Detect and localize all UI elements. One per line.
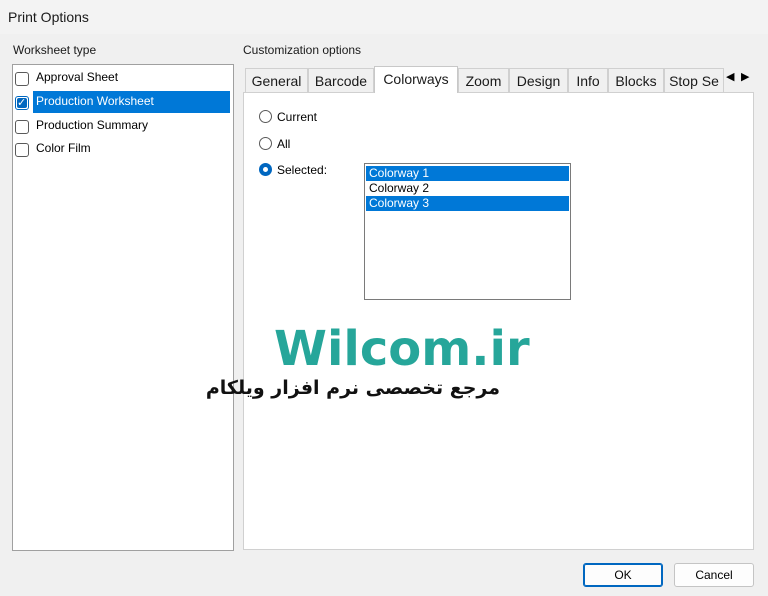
worksheet-item-production-summary[interactable]: Production Summary (13, 115, 233, 137)
triangle-left-icon[interactable]: ◀ (726, 70, 734, 83)
tab-barcode[interactable]: Barcode (308, 68, 374, 92)
worksheet-item-production-worksheet[interactable]: ✓ Production Worksheet (13, 91, 233, 113)
colorway-list-item[interactable]: Colorway 3 (366, 196, 569, 211)
tab-colorways[interactable]: Colorways (374, 66, 458, 93)
radio-all-indicator[interactable] (259, 137, 272, 150)
colorway-list-item[interactable]: Colorway 2 (366, 181, 569, 196)
cancel-button[interactable]: Cancel (674, 563, 754, 587)
colorway-listbox[interactable]: Colorway 1 Colorway 2 Colorway 3 (364, 163, 571, 300)
customization-options-label: Customization options (243, 43, 362, 57)
watermark-title: Wilcom.ir (274, 321, 530, 377)
production-summary-checkbox[interactable] (15, 120, 29, 134)
worksheet-item-label: Approval Sheet (36, 70, 119, 84)
tab-zoom[interactable]: Zoom (458, 68, 509, 92)
tab-stop-sequence[interactable]: Stop Se (664, 68, 724, 92)
window-title: Print Options (8, 9, 89, 25)
radio-selected-label: Selected: (277, 163, 328, 177)
tab-general[interactable]: General (245, 68, 308, 92)
customization-tabs: General Barcode Colorways Zoom Design In… (243, 66, 755, 93)
worksheet-type-label: Worksheet type (13, 43, 97, 57)
worksheet-item-label: Color Film (36, 141, 91, 155)
radio-current-label: Current (277, 110, 318, 124)
watermark-subtitle: مرجع تخصصی نرم افزار ویلکام (205, 377, 500, 399)
radio-all-label: All (277, 137, 291, 151)
colorway-list-item[interactable]: Colorway 1 (366, 166, 569, 181)
triangle-right-icon[interactable]: ▶ (741, 70, 749, 83)
worksheet-item-approval-sheet[interactable]: Approval Sheet (13, 67, 233, 89)
radio-selected-indicator[interactable] (259, 163, 272, 176)
ok-button[interactable]: OK (583, 563, 663, 587)
radio-current-indicator[interactable] (259, 110, 272, 123)
worksheet-item-label: Production Summary (36, 118, 149, 132)
tab-info[interactable]: Info (568, 68, 608, 92)
approval-sheet-checkbox[interactable] (15, 72, 29, 86)
color-film-checkbox[interactable] (15, 143, 29, 157)
production-worksheet-checkbox[interactable]: ✓ (15, 96, 29, 110)
tab-design[interactable]: Design (509, 68, 568, 92)
worksheet-type-list[interactable]: Approval Sheet ✓ Production Worksheet Pr… (12, 64, 234, 551)
worksheet-item-color-film[interactable]: Color Film (13, 138, 233, 160)
checkmark-icon: ✓ (17, 97, 27, 109)
title-bar: Print Options (0, 0, 768, 34)
worksheet-item-label: Production Worksheet (33, 91, 230, 113)
tab-blocks[interactable]: Blocks (608, 68, 664, 92)
